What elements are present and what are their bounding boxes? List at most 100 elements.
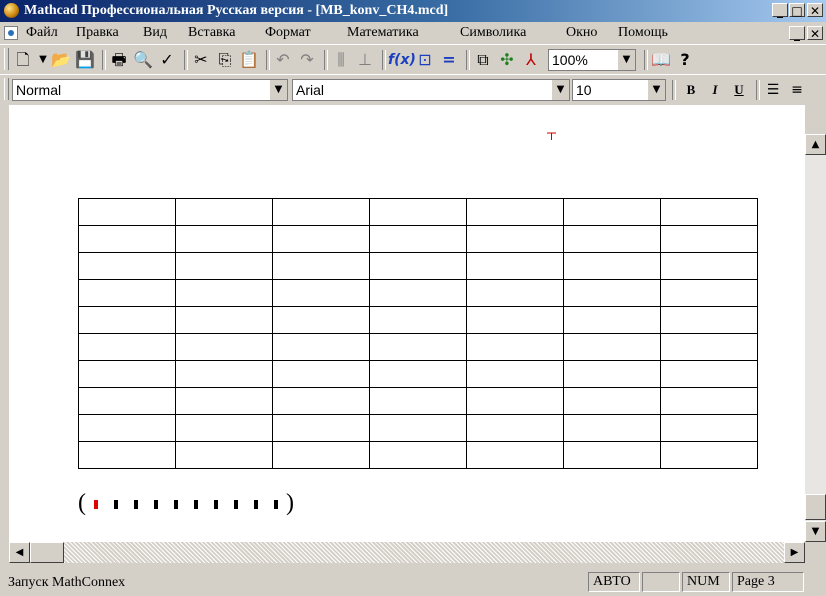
table-cell[interactable] [369, 360, 467, 388]
undo-icon[interactable]: ↶ [272, 49, 294, 71]
table-cell[interactable] [369, 441, 467, 469]
menu-edit[interactable]: Правка [76, 25, 119, 41]
input-table[interactable] [78, 198, 758, 469]
menu-file[interactable]: Файл [26, 25, 58, 41]
bold-button[interactable]: B [680, 79, 702, 101]
function-icon[interactable]: f(x) [388, 49, 416, 71]
table-cell[interactable] [563, 306, 661, 334]
placeholder-slot[interactable] [134, 499, 138, 509]
table-cell[interactable] [78, 387, 176, 415]
table-cell[interactable] [78, 252, 176, 280]
table-cell[interactable] [466, 252, 564, 280]
table-cell[interactable] [369, 306, 467, 334]
table-cell[interactable] [563, 252, 661, 280]
underline-button[interactable]: U [728, 79, 750, 101]
help-icon[interactable]: ? [674, 49, 696, 71]
table-cell[interactable] [272, 225, 370, 253]
table-cell[interactable] [466, 441, 564, 469]
table-cell[interactable] [466, 414, 564, 442]
cut-icon[interactable]: ✂ [190, 49, 212, 71]
font-size-select[interactable]: 10 ▼ [572, 79, 666, 101]
style-select[interactable]: Normal ▼ [12, 79, 288, 101]
table-cell[interactable] [175, 441, 273, 469]
table-cell[interactable] [563, 198, 661, 226]
save-icon[interactable]: 💾 [74, 49, 96, 71]
table-cell[interactable] [175, 333, 273, 361]
table-cell[interactable] [466, 306, 564, 334]
hscroll-thumb[interactable] [30, 542, 64, 563]
print-preview-icon[interactable]: 🔍 [132, 49, 154, 71]
table-cell[interactable] [369, 225, 467, 253]
table-cell[interactable] [369, 198, 467, 226]
table-cell[interactable] [272, 387, 370, 415]
table-cell[interactable] [466, 225, 564, 253]
menu-window[interactable]: Окно [566, 25, 597, 41]
table-cell[interactable] [272, 441, 370, 469]
chevron-down-icon[interactable]: ▼ [551, 80, 569, 100]
table-cell[interactable] [660, 279, 758, 307]
table-cell[interactable] [78, 333, 176, 361]
worksheet[interactable]: () [9, 105, 805, 542]
vertical-scrollbar[interactable]: ▲ ▼ [805, 134, 826, 542]
table-cell[interactable] [175, 360, 273, 388]
align-across-icon[interactable]: ⫼ [330, 49, 352, 71]
table-cell[interactable] [78, 441, 176, 469]
resource-center-icon[interactable]: 📖 [650, 49, 672, 71]
table-cell[interactable] [175, 198, 273, 226]
table-cell[interactable] [272, 306, 370, 334]
new-icon[interactable]: 🗋 [12, 49, 34, 71]
menu-view[interactable]: Вид [143, 25, 167, 41]
table-cell[interactable] [272, 414, 370, 442]
vector-input[interactable]: () [78, 490, 294, 517]
placeholder-slot[interactable] [194, 499, 198, 509]
table-cell[interactable] [272, 198, 370, 226]
table-cell[interactable] [563, 441, 661, 469]
open-icon[interactable]: 📂 [50, 49, 72, 71]
unit-icon[interactable]: ⊡ [414, 49, 436, 71]
table-cell[interactable] [78, 198, 176, 226]
maximize-button[interactable]: □ [789, 3, 805, 18]
spellcheck-icon[interactable]: ✓ [156, 49, 178, 71]
table-cell[interactable] [466, 360, 564, 388]
zoom-select[interactable]: 100% ▼ [548, 49, 636, 71]
italic-button[interactable]: I [704, 79, 726, 101]
placeholder-slot[interactable] [154, 499, 158, 509]
table-cell[interactable] [660, 252, 758, 280]
scroll-right-icon[interactable]: ▶ [784, 542, 805, 563]
doc-minimize-button[interactable]: _ [789, 26, 805, 41]
table-cell[interactable] [175, 414, 273, 442]
doc-close-button[interactable]: ✕ [807, 26, 823, 41]
table-cell[interactable] [466, 387, 564, 415]
horizontal-scrollbar[interactable]: ◀ ▶ [9, 542, 805, 563]
resource-icon[interactable]: ⧉ [472, 49, 494, 71]
placeholder-slot[interactable] [214, 499, 218, 509]
table-cell[interactable] [272, 252, 370, 280]
table-cell[interactable] [563, 225, 661, 253]
table-cell[interactable] [660, 306, 758, 334]
table-cell[interactable] [175, 387, 273, 415]
toolbar-grip[interactable] [4, 48, 9, 70]
document-icon[interactable] [4, 26, 18, 40]
table-cell[interactable] [660, 414, 758, 442]
insert-icon[interactable]: ⅄ [520, 49, 542, 71]
table-cell[interactable] [660, 333, 758, 361]
table-cell[interactable] [175, 306, 273, 334]
align-down-icon[interactable]: ⊥ [354, 49, 376, 71]
align-left-icon[interactable]: ☰ [762, 79, 784, 101]
table-cell[interactable] [369, 333, 467, 361]
mathcad-app-icon[interactable] [4, 3, 19, 18]
table-cell[interactable] [466, 333, 564, 361]
table-cell[interactable] [660, 225, 758, 253]
font-select[interactable]: Arial ▼ [292, 79, 570, 101]
scroll-thumb[interactable] [805, 494, 826, 520]
table-cell[interactable] [175, 279, 273, 307]
table-cell[interactable] [78, 279, 176, 307]
placeholder-slot[interactable] [254, 499, 258, 509]
table-cell[interactable] [660, 198, 758, 226]
table-cell[interactable] [466, 198, 564, 226]
scroll-down-icon[interactable]: ▼ [805, 521, 826, 542]
table-cell[interactable] [563, 279, 661, 307]
table-cell[interactable] [466, 279, 564, 307]
print-icon[interactable]: 🖶 [108, 49, 130, 71]
redo-icon[interactable]: ↷ [296, 49, 318, 71]
